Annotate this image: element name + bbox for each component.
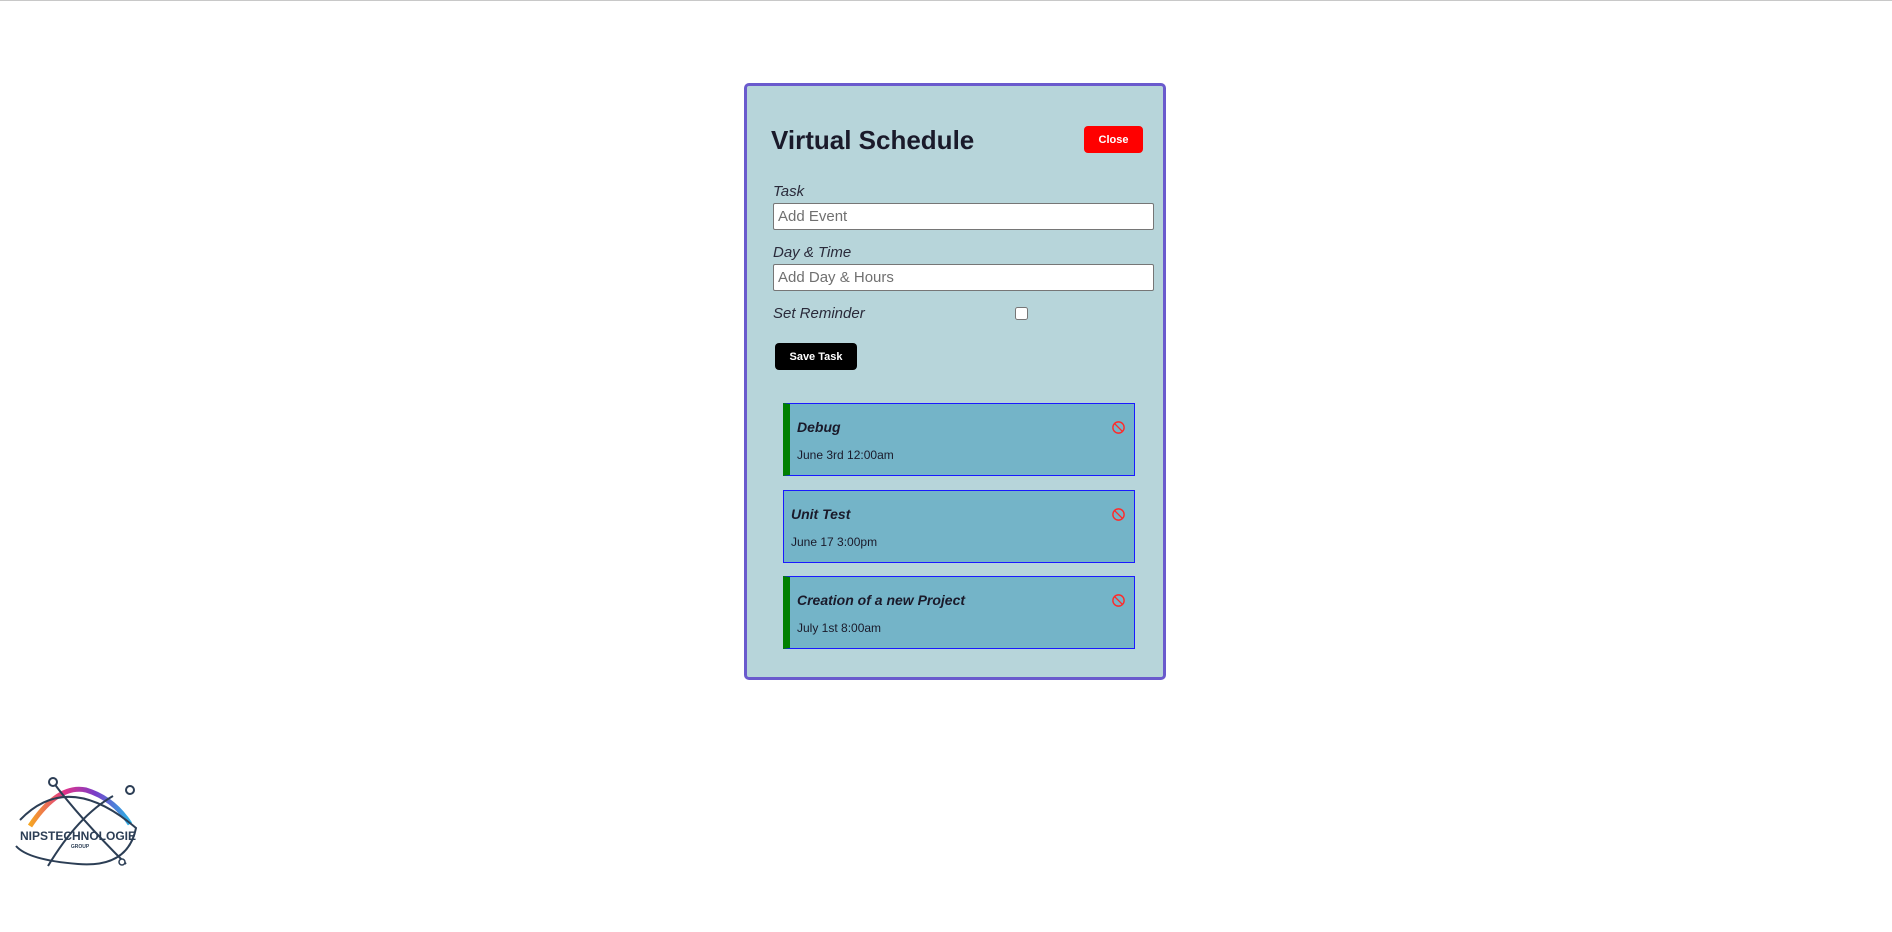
task-name: Unit Test: [791, 506, 851, 522]
delete-icon[interactable]: [1111, 507, 1126, 522]
day-time-input[interactable]: [773, 264, 1154, 291]
task-time: June 3rd 12:00am: [797, 448, 894, 462]
close-button[interactable]: Close: [1084, 126, 1143, 153]
top-divider: [0, 0, 1892, 1]
task-input[interactable]: [773, 203, 1154, 230]
logo-subtext: GROUP: [71, 844, 90, 850]
task-item[interactable]: Unit Test June 17 3:00pm: [783, 490, 1135, 563]
task-item[interactable]: Debug June 3rd 12:00am: [783, 403, 1135, 476]
task-name: Debug: [797, 419, 841, 435]
logo-text: NIPSTECHNOLOGIE: [20, 829, 136, 843]
task-time: July 1st 8:00am: [797, 621, 882, 635]
reminder-checkbox[interactable]: [1015, 307, 1028, 320]
page-title: Virtual Schedule: [771, 125, 975, 155]
delete-icon[interactable]: [1111, 593, 1126, 608]
company-logo: NIPSTECHNOLOGIE GROUP: [15, 777, 138, 867]
reminder-label: Set Reminder: [773, 305, 865, 322]
task-item[interactable]: Creation of a new Project July 1st 8:00a…: [783, 576, 1135, 649]
task-time: June 17 3:00pm: [791, 535, 878, 549]
schedule-panel: Virtual Schedule Close Task Day & Time S…: [744, 83, 1166, 680]
task-name: Creation of a new Project: [797, 592, 966, 608]
save-task-button[interactable]: Save Task: [775, 343, 857, 370]
day-time-label: Day & Time: [773, 244, 852, 261]
task-label: Task: [773, 183, 805, 200]
delete-icon[interactable]: [1111, 420, 1126, 435]
